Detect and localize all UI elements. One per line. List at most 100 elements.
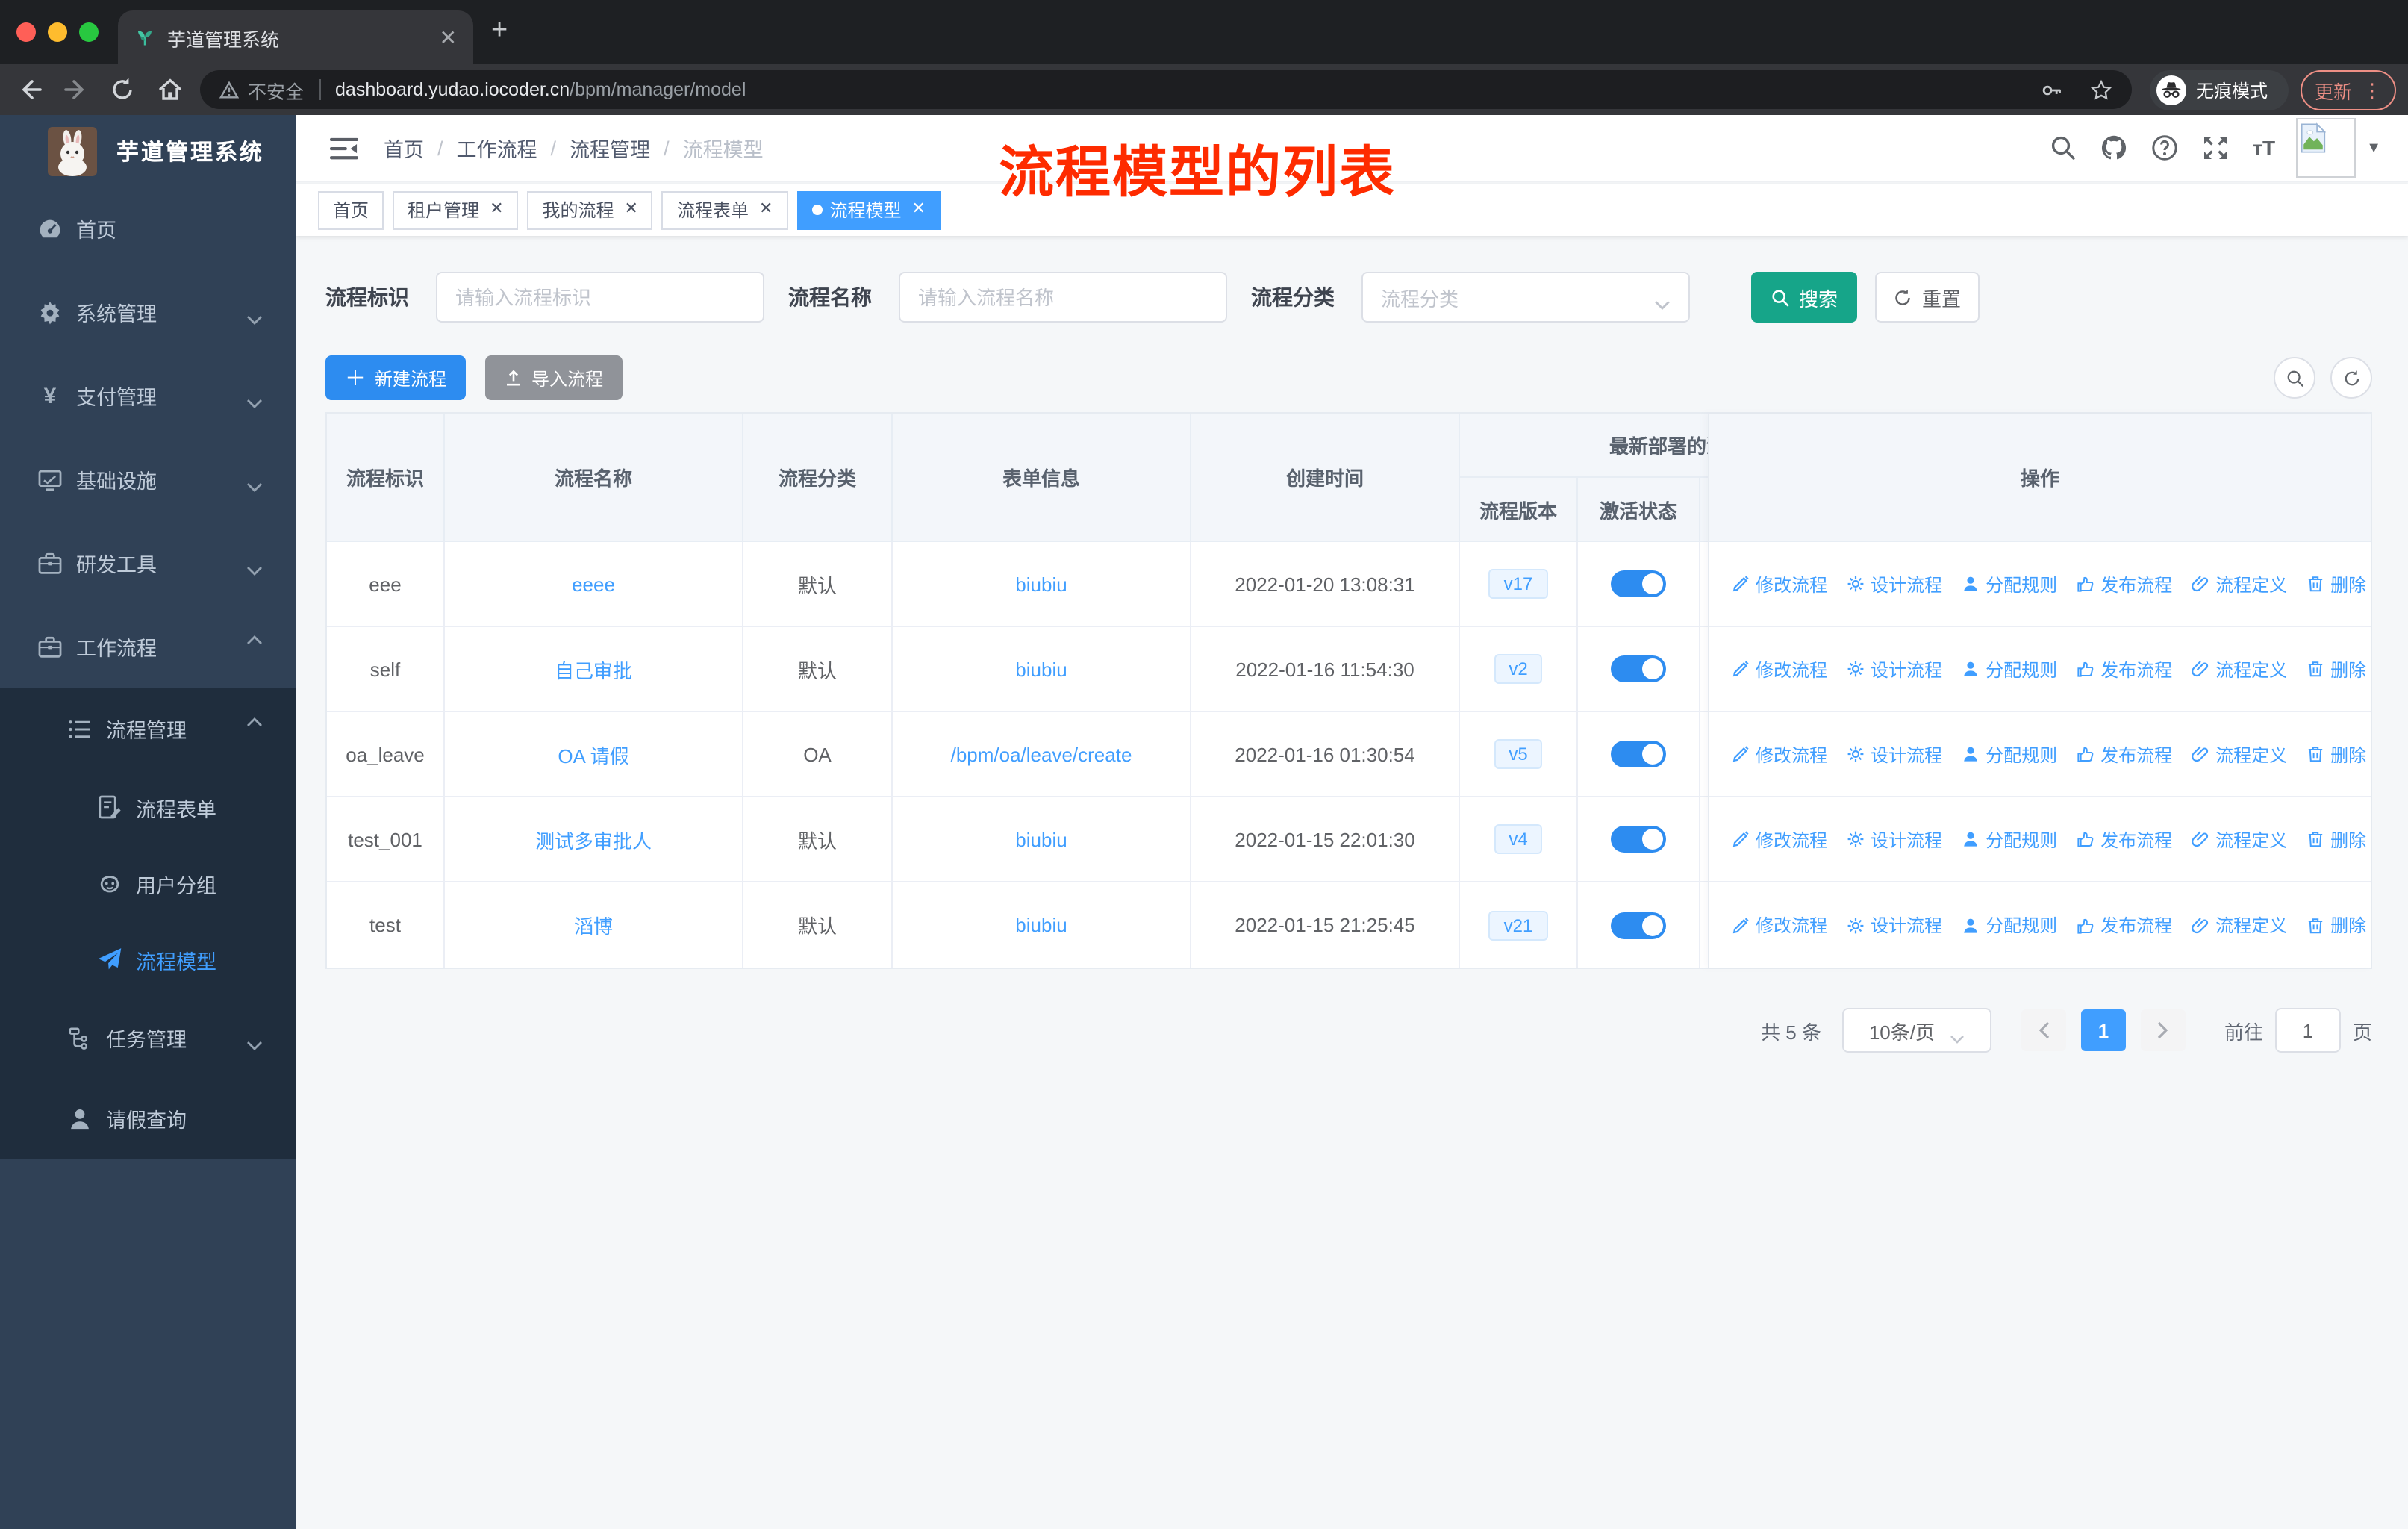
filter-id-input[interactable] <box>436 272 764 323</box>
form-info-link[interactable]: biubiu <box>1015 658 1067 680</box>
form-info-link[interactable]: biubiu <box>1015 828 1067 850</box>
action-delete[interactable]: 删除 <box>2306 826 2366 852</box>
action-publish-process[interactable]: 发布流程 <box>2077 741 2172 767</box>
action-design-process[interactable]: 设计流程 <box>1847 656 1942 682</box>
key-icon[interactable] <box>2041 78 2063 101</box>
active-toggle[interactable] <box>1611 741 1666 767</box>
github-icon[interactable] <box>2100 134 2127 161</box>
breadcrumb-item-1[interactable]: 工作流程 <box>457 133 537 163</box>
reload-icon[interactable] <box>109 76 136 103</box>
active-toggle[interactable] <box>1611 912 1666 938</box>
search-icon[interactable] <box>2049 134 2076 161</box>
action-edit-process[interactable]: 修改流程 <box>1732 656 1827 682</box>
action-assign-rule[interactable]: 分配规则 <box>1962 741 2057 767</box>
action-publish-process[interactable]: 发布流程 <box>2077 912 2172 938</box>
action-delete[interactable]: 删除 <box>2306 571 2366 597</box>
fullscreen-icon[interactable] <box>2201 134 2228 161</box>
action-design-process[interactable]: 设计流程 <box>1847 571 1942 597</box>
process-name-link[interactable]: 测试多审批人 <box>535 825 652 853</box>
import-process-button[interactable]: 导入流程 <box>485 355 623 400</box>
tag-close-icon[interactable]: ✕ <box>625 201 638 218</box>
breadcrumb-item-0[interactable]: 首页 <box>384 133 424 163</box>
font-size-icon[interactable]: ᴛT <box>2252 134 2275 161</box>
action-process-definition[interactable]: 流程定义 <box>2192 741 2287 767</box>
action-edit-process[interactable]: 修改流程 <box>1732 912 1827 938</box>
process-name-link[interactable]: 自己审批 <box>555 655 632 683</box>
show-search-button[interactable] <box>2274 357 2315 399</box>
goto-page-input[interactable] <box>2274 1008 2341 1053</box>
action-edit-process[interactable]: 修改流程 <box>1732 741 1827 767</box>
action-publish-process[interactable]: 发布流程 <box>2077 826 2172 852</box>
action-process-definition[interactable]: 流程定义 <box>2192 826 2287 852</box>
sidebar-item-5[interactable]: 工作流程 <box>0 605 296 688</box>
version-badge[interactable]: v17 <box>1488 569 1548 599</box>
filter-category-select[interactable]: 流程分类 <box>1361 272 1690 323</box>
refresh-table-button[interactable] <box>2330 357 2372 399</box>
process-name-link[interactable]: OA 请假 <box>558 740 628 768</box>
forward-icon[interactable] <box>63 76 90 103</box>
tag-close-icon[interactable]: ✕ <box>759 201 773 218</box>
bookmark-star-icon[interactable] <box>2090 78 2112 101</box>
action-process-definition[interactable]: 流程定义 <box>2192 571 2287 597</box>
close-window-button[interactable] <box>16 22 36 42</box>
action-assign-rule[interactable]: 分配规则 <box>1962 826 2057 852</box>
browser-menu-icon[interactable]: ⋮ <box>2362 81 2382 100</box>
sidebar-item-8[interactable]: 用户分组 <box>0 845 296 921</box>
action-assign-rule[interactable]: 分配规则 <box>1962 656 2057 682</box>
action-delete[interactable]: 删除 <box>2306 656 2366 682</box>
sidebar-logo[interactable]: 芋道管理系统 <box>0 115 296 187</box>
prev-page-button[interactable] <box>2021 1009 2066 1051</box>
browser-tab[interactable]: 芋道管理系统 ✕ <box>118 10 473 64</box>
process-name-link[interactable]: 滔博 <box>574 911 613 939</box>
sidebar-item-10[interactable]: 任务管理 <box>0 997 296 1078</box>
version-badge[interactable]: v5 <box>1494 739 1543 769</box>
page-size-select[interactable]: 10条/页 <box>1841 1008 1991 1053</box>
version-badge[interactable]: v21 <box>1488 910 1548 940</box>
version-badge[interactable]: v2 <box>1494 654 1543 684</box>
next-page-button[interactable] <box>2140 1009 2186 1051</box>
action-process-definition[interactable]: 流程定义 <box>2192 912 2287 938</box>
maximize-window-button[interactable] <box>79 22 99 42</box>
new-tab-button[interactable]: + <box>491 16 508 45</box>
sidebar-item-4[interactable]: 研发工具 <box>0 521 296 605</box>
sidebar-item-2[interactable]: ¥ 支付管理 <box>0 354 296 437</box>
action-delete[interactable]: 删除 <box>2306 912 2366 938</box>
form-info-link[interactable]: biubiu <box>1015 573 1067 595</box>
version-badge[interactable]: v4 <box>1494 824 1543 854</box>
form-info-link[interactable]: biubiu <box>1015 914 1067 936</box>
tag-view-0[interactable]: 首页 <box>318 190 384 229</box>
sidebar-item-3[interactable]: 基础设施 <box>0 437 296 521</box>
home-icon[interactable] <box>157 76 184 103</box>
sidebar-item-7[interactable]: 流程表单 <box>0 769 296 845</box>
tag-view-3[interactable]: 流程表单 ✕ <box>661 190 788 229</box>
action-process-definition[interactable]: 流程定义 <box>2192 656 2287 682</box>
url-bar[interactable]: 不安全 dashboard.yudao.iocoder.cn/bpm/manag… <box>200 70 2132 109</box>
action-design-process[interactable]: 设计流程 <box>1847 826 1942 852</box>
sidebar-item-1[interactable]: 系统管理 <box>0 270 296 354</box>
browser-update-button[interactable]: 更新 ⋮ <box>2301 70 2396 110</box>
action-edit-process[interactable]: 修改流程 <box>1732 571 1827 597</box>
sidebar-item-11[interactable]: 请假查询 <box>0 1078 296 1159</box>
reset-button[interactable]: 重置 <box>1875 272 1980 323</box>
active-toggle[interactable] <box>1611 826 1666 853</box>
help-icon[interactable] <box>2150 134 2177 161</box>
sidebar-item-6[interactable]: 流程管理 <box>0 688 296 769</box>
sidebar-item-9[interactable]: 流程模型 <box>0 921 296 997</box>
action-design-process[interactable]: 设计流程 <box>1847 912 1942 938</box>
tag-view-1[interactable]: 租户管理 ✕ <box>393 190 519 229</box>
page-1-button[interactable]: 1 <box>2080 1009 2126 1051</box>
action-delete[interactable]: 删除 <box>2306 741 2366 767</box>
tag-close-icon[interactable]: ✕ <box>911 201 925 218</box>
process-name-link[interactable]: eeee <box>572 573 615 595</box>
action-edit-process[interactable]: 修改流程 <box>1732 826 1827 852</box>
tag-close-icon[interactable]: ✕ <box>490 201 503 218</box>
sidebar-item-0[interactable]: 首页 <box>0 187 296 270</box>
avatar-caret-icon[interactable]: ▼ <box>2366 140 2381 156</box>
breadcrumb-item-2[interactable]: 流程管理 <box>570 133 650 163</box>
action-publish-process[interactable]: 发布流程 <box>2077 656 2172 682</box>
active-toggle[interactable] <box>1611 655 1666 682</box>
action-design-process[interactable]: 设计流程 <box>1847 741 1942 767</box>
user-avatar[interactable] <box>2296 118 2356 178</box>
action-assign-rule[interactable]: 分配规则 <box>1962 912 2057 938</box>
active-toggle[interactable] <box>1611 570 1666 597</box>
